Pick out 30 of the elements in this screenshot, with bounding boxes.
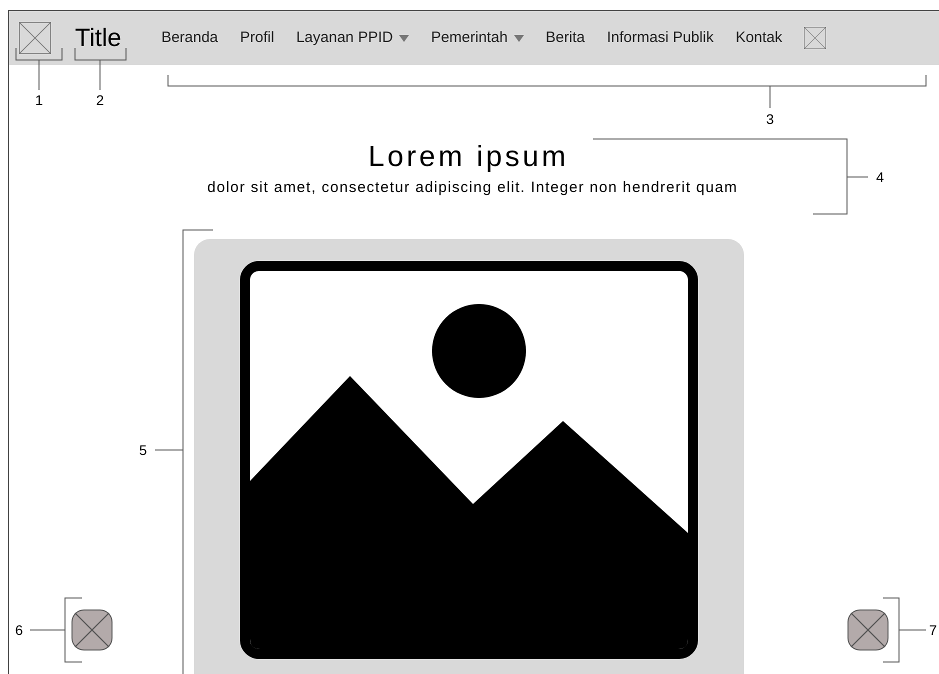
placeholder-icon bbox=[804, 27, 826, 49]
logo-placeholder-icon bbox=[19, 22, 51, 54]
floating-button[interactable] bbox=[71, 609, 113, 651]
nav-link[interactable]: Informasi Publik bbox=[606, 26, 714, 50]
caret-icon bbox=[398, 34, 409, 42]
annotation-number: 5 bbox=[139, 443, 147, 457]
annotation-number: 7 bbox=[929, 623, 937, 637]
annotation-number: 1 bbox=[35, 93, 43, 107]
site-title: Title bbox=[75, 26, 122, 50]
floating-button[interactable] bbox=[847, 609, 889, 651]
annotation-number: 4 bbox=[876, 170, 884, 184]
nav-link[interactable]: Pemerintah bbox=[430, 26, 524, 50]
annotation-number: 3 bbox=[766, 112, 774, 126]
nav-link[interactable]: Layanan PPID bbox=[296, 26, 409, 50]
annotation-number: 6 bbox=[15, 623, 23, 637]
placeholder-icon bbox=[847, 609, 889, 651]
caret-icon bbox=[514, 34, 524, 42]
hero-subheading: dolor sit amet, consectetur adipiscing elit. Integer non hendrerit quam bbox=[207, 180, 738, 195]
annotation-bracket bbox=[30, 598, 82, 662]
image-placeholder-icon bbox=[240, 261, 698, 659]
annotation-bracket bbox=[882, 598, 926, 662]
annotation-bracket bbox=[74, 48, 126, 90]
hero-heading: Lorem ipsum bbox=[368, 143, 569, 172]
nav-link[interactable]: Beranda bbox=[161, 26, 218, 50]
nav-link[interactable]: Profil bbox=[240, 26, 274, 50]
annotation-number: 2 bbox=[96, 93, 104, 107]
nav-link[interactable]: Berita bbox=[546, 26, 585, 50]
nav-link[interactable]: Kontak bbox=[736, 26, 782, 50]
placeholder-icon bbox=[71, 609, 113, 651]
annotation-bracket bbox=[16, 48, 62, 90]
